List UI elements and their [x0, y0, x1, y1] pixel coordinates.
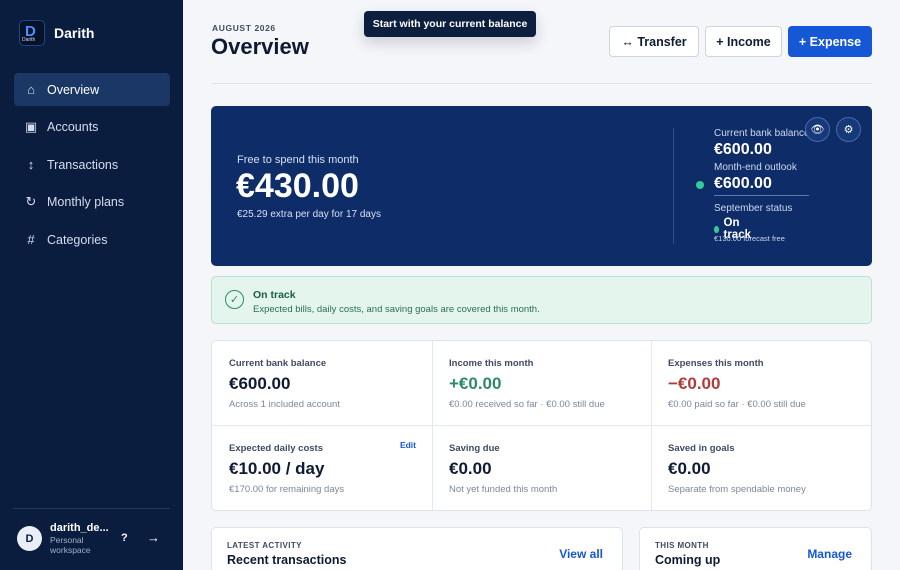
outlook-status-dot [696, 181, 704, 189]
stat-label: Expected daily costs [229, 443, 323, 454]
current-balance-label: Current bank balance [714, 128, 810, 139]
month-eyebrow: AUGUST 2026 [212, 23, 276, 33]
stat-label: Income this month [449, 358, 534, 369]
sidebar-divider [13, 508, 170, 509]
onboarding-tooltip: Start with your current balance [364, 11, 536, 37]
free-to-spend-label: Free to spend this month [237, 154, 359, 166]
outlook-label: Month-end outlook [714, 162, 797, 173]
logout-icon[interactable]: → [147, 530, 160, 545]
stat-expenses: Expenses this month −€0.00 €0.00 paid so… [651, 341, 870, 425]
logo-text: Darith [22, 37, 36, 43]
free-to-spend-card: Free to spend this month €430.00 €25.29 … [211, 106, 872, 266]
current-balance-value: €600.00 [714, 141, 772, 158]
refresh-icon: ↻ [25, 194, 37, 209]
home-icon: ⌂ [27, 82, 35, 97]
hash-icon: # [27, 232, 35, 247]
sidebar-item-label: Transactions [47, 157, 119, 172]
coming-up-card: THIS MONTH Coming up Manage [639, 527, 872, 570]
stat-label: Saving due [449, 443, 500, 454]
add-income-button[interactable]: + Income [705, 26, 782, 57]
stat-value: €0.00 [449, 459, 492, 478]
sidebar-item-label: Monthly plans [47, 195, 125, 209]
stat-value: €600.00 [229, 374, 291, 393]
next-status-label: September status [714, 203, 793, 214]
app-name: Darith [54, 25, 95, 41]
help-icon[interactable]: ? [121, 532, 128, 544]
outlook-underline [714, 195, 809, 196]
sidebar-item-monthly-plans[interactable]: ↻ Monthly plans [14, 186, 170, 219]
wallet-icon: ▣ [24, 119, 38, 134]
stat-sub: Not yet funded this month [449, 484, 558, 495]
activity-eyebrow: LATEST ACTIVITY [227, 541, 302, 550]
sidebar-item-label: Overview [47, 82, 100, 97]
sidebar-nav: ⌂ Overview ▣ Accounts ↕ Transactions ↻ M… [14, 73, 170, 261]
workspace-label: Personal workspace [50, 535, 91, 555]
sidebar-item-overview[interactable]: ⌂ Overview [14, 73, 170, 106]
header-divider [212, 83, 872, 84]
stat-sub: €170.00 for remaining days [229, 484, 345, 495]
stat-value: −€0.00 [668, 374, 721, 393]
stat-sub: €0.00 received so far · €0.00 still due [449, 399, 605, 410]
status-dot [714, 225, 719, 233]
sidebar: D Darith Darith ⌂ Overview ▣ Accounts ↕ … [0, 0, 183, 570]
stat-sub: Separate from spendable money [668, 484, 806, 495]
outlook-value: €600.00 [714, 175, 772, 192]
stat-sub: €0.00 paid so far · €0.00 still due [668, 399, 806, 410]
brand[interactable]: D Darith Darith [19, 20, 94, 46]
on-track-banner: ✓ On track Expected bills, daily costs, … [211, 276, 872, 324]
arrows-vertical-icon: ↕ [27, 157, 35, 172]
stat-value: +€0.00 [449, 374, 502, 393]
stat-saving-due: Saving due €0.00 Not yet funded this mon… [432, 426, 651, 510]
sidebar-item-transactions[interactable]: ↕ Transactions [14, 148, 170, 181]
check-circle-icon: ✓ [225, 290, 244, 309]
edit-daily-costs-link[interactable]: Edit [400, 440, 416, 450]
banner-text: Expected bills, daily costs, and saving … [253, 304, 540, 315]
stat-sub: Across 1 included account [229, 399, 340, 410]
coming-eyebrow: THIS MONTH [655, 541, 709, 550]
user-name: darith_de... [50, 522, 109, 534]
stat-value: €0.00 [668, 459, 711, 478]
stat-current-balance: Current bank balance €600.00 Across 1 in… [212, 341, 431, 425]
eye-icon[interactable]: 👁 [805, 117, 830, 142]
forecast-text: €130.00 forecast free [714, 234, 785, 243]
hero-divider [673, 128, 674, 244]
sidebar-item-categories[interactable]: # Categories [14, 223, 170, 256]
recent-transactions-card: LATEST ACTIVITY Recent transactions View… [211, 527, 623, 570]
gear-icon[interactable]: ⚙ [836, 117, 861, 142]
app-logo: D Darith [19, 20, 45, 46]
banner-title: On track [253, 289, 296, 301]
add-expense-button[interactable]: + Expense [788, 26, 872, 57]
sidebar-item-label: Accounts [47, 120, 99, 134]
stat-value: €10.00 / day [229, 459, 325, 478]
stat-income: Income this month +€0.00 €0.00 received … [432, 341, 651, 425]
sidebar-item-label: Categories [47, 232, 108, 247]
summary-stats: Current bank balance €600.00 Across 1 in… [211, 340, 872, 511]
page-title: Overview [211, 34, 309, 59]
free-to-spend-amount: €430.00 [236, 167, 359, 205]
activity-title: Recent transactions [227, 553, 347, 567]
stat-label: Saved in goals [668, 443, 735, 454]
coming-title: Coming up [655, 553, 721, 567]
daily-extra-text: €25.29 extra per day for 17 days [237, 209, 381, 220]
transfer-button[interactable]: ↔ Transfer [609, 26, 699, 57]
avatar: D [17, 526, 42, 551]
manage-link[interactable]: Manage [807, 547, 852, 561]
stat-daily-costs: Expected daily costs Edit €10.00 / day €… [212, 426, 431, 510]
user-profile[interactable]: D darith_de... Personal workspace [17, 522, 110, 555]
view-all-link[interactable]: View all [559, 547, 603, 561]
stat-label: Current bank balance [229, 358, 327, 369]
stat-saved-goals: Saved in goals €0.00 Separate from spend… [651, 426, 870, 510]
stat-label: Expenses this month [668, 358, 764, 369]
sidebar-item-accounts[interactable]: ▣ Accounts [14, 111, 170, 144]
